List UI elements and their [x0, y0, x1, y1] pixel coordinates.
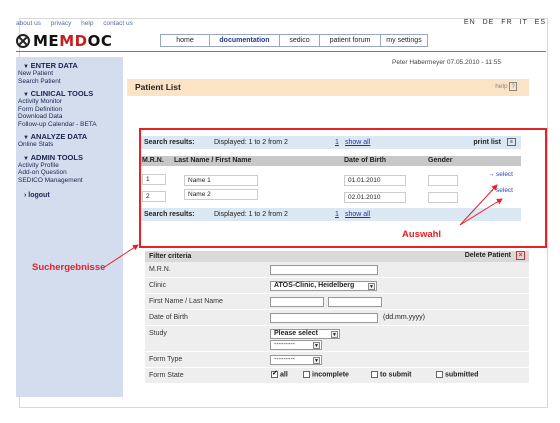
dob-label: Date of Birth — [149, 314, 188, 321]
annotation-selection: Auswahl — [402, 229, 442, 240]
study-select[interactable]: Please select ▼ — [270, 329, 340, 339]
header-divider — [16, 51, 546, 52]
filter-row-clinic: Clinic ATOS-Clinic, Heidelberg ▼ — [145, 278, 529, 294]
study-sub-select[interactable]: --------- ▼ — [270, 340, 322, 350]
sidebar-section-admin-tools[interactable]: ADMIN TOOLS — [16, 153, 123, 162]
help-button[interactable]: help ? — [495, 82, 517, 91]
checkbox-incomplete[interactable] — [303, 371, 310, 378]
language-selector: EN DE FR IT ES — [460, 19, 546, 26]
filter-row-study: Study Please select ▼ --------- ▼ — [145, 326, 529, 352]
top-links: about us privacy help contact us — [16, 20, 141, 27]
lang-es[interactable]: ES — [535, 19, 546, 26]
chevron-down-icon: ▼ — [313, 357, 320, 364]
filter-title: Filter criteria — [149, 253, 192, 260]
study-label: Study — [149, 330, 167, 337]
sidebar-item-new-patient[interactable]: New Patient — [16, 70, 123, 78]
clinic-label: Clinic — [149, 282, 167, 289]
lang-fr[interactable]: FR — [501, 19, 512, 26]
delete-icon[interactable]: × — [516, 251, 525, 260]
checkbox-submitted[interactable] — [436, 371, 443, 378]
lang-de[interactable]: DE — [483, 19, 495, 26]
user-timestamp: Peter Habermeyer 07.05.2010 - 11:55 — [392, 59, 502, 66]
sidebar-item-online-stats[interactable]: Online Stats — [16, 141, 123, 149]
form-state-label: Form State — [149, 372, 184, 379]
nav-patient-forum[interactable]: patient forum — [319, 34, 381, 47]
mrn-label: M.R.N. — [149, 266, 171, 273]
filter-header: Filter criteria Delete Patient × — [145, 251, 529, 262]
privacy-link[interactable]: privacy — [51, 20, 72, 27]
last-name-input[interactable] — [328, 297, 382, 307]
sidebar-section-enter-data[interactable]: ENTER DATA — [16, 61, 123, 70]
dob-format-hint: (dd.mm.yyyy) — [383, 314, 425, 321]
logout-link[interactable]: › logout — [16, 192, 123, 199]
sidebar: ENTER DATA New Patient Search Patient CL… — [16, 57, 123, 397]
nav-my-settings[interactable]: my settings — [380, 34, 428, 47]
logo-icon — [16, 34, 30, 48]
help-icon: ? — [509, 82, 517, 91]
annotation-search-results: Suchergebnisse — [32, 262, 106, 273]
sidebar-item-activity-monitor[interactable]: Activity Monitor — [16, 98, 123, 106]
sidebar-item-add-on-question[interactable]: Add-on Question — [16, 169, 123, 177]
nav-home[interactable]: home — [160, 34, 210, 47]
annotation-highlight-box — [139, 128, 547, 248]
chevron-down-icon: ▼ — [313, 342, 320, 349]
mrn-input[interactable] — [270, 265, 378, 275]
page-header: Patient List help ? — [127, 79, 529, 96]
lang-en[interactable]: EN — [464, 19, 476, 26]
memdoc-logo[interactable]: MEMDOC — [16, 32, 113, 50]
sidebar-section-clinical-tools[interactable]: CLINICAL TOOLS — [16, 89, 123, 98]
chevron-down-icon: ▼ — [331, 331, 338, 338]
form-type-select[interactable]: --------- ▼ — [270, 355, 322, 365]
form-state-incomplete[interactable]: incomplete — [303, 371, 349, 378]
chevron-down-icon: ▼ — [368, 283, 375, 290]
page-title: Patient List — [135, 82, 181, 92]
filter-row-form-state: Form State all incomplete to submit subm… — [145, 368, 529, 384]
filter-row-dob: Date of Birth (dd.mm.yyyy) — [145, 310, 529, 326]
form-state-to-submit[interactable]: to submit — [371, 371, 412, 378]
delete-patient-label[interactable]: Delete Patient — [465, 252, 511, 259]
lang-it[interactable]: IT — [520, 19, 528, 26]
clinic-select[interactable]: ATOS-Clinic, Heidelberg ▼ — [270, 281, 377, 291]
name-label: First Name / Last Name — [149, 298, 223, 305]
filter-row-name: First Name / Last Name — [145, 294, 529, 310]
sidebar-item-sedico-management[interactable]: SEDICO Management — [16, 177, 123, 185]
dob-input[interactable] — [270, 313, 378, 323]
sidebar-item-download-data[interactable]: Download Data — [16, 113, 123, 121]
nav-sedico[interactable]: sedico — [279, 34, 320, 47]
logo-wordmark: MEMDOC — [33, 32, 113, 50]
first-name-input[interactable] — [270, 297, 324, 307]
about-us-link[interactable]: about us — [16, 20, 41, 27]
form-type-label: Form Type — [149, 356, 183, 363]
filter-criteria-panel: Filter criteria Delete Patient × M.R.N. … — [145, 251, 529, 384]
sidebar-section-analyze-data[interactable]: ANALYZE DATA — [16, 132, 123, 141]
sidebar-item-search-patient[interactable]: Search Patient — [16, 78, 123, 86]
checkbox-to-submit[interactable] — [371, 371, 378, 378]
sidebar-item-form-definition[interactable]: Form Definition — [16, 106, 123, 114]
help-link[interactable]: help — [81, 20, 93, 27]
sidebar-item-follow-up-calendar[interactable]: Follow-up Calendar - BETA — [16, 121, 123, 129]
sidebar-item-activity-profile[interactable]: Activity Profile — [16, 162, 123, 170]
main-nav: home documentation sedico patient forum … — [160, 34, 428, 47]
filter-row-form-type: Form Type --------- ▼ — [145, 352, 529, 368]
checkbox-all[interactable] — [271, 369, 278, 378]
nav-documentation[interactable]: documentation — [209, 34, 280, 47]
form-state-all[interactable]: all — [271, 369, 288, 378]
form-state-submitted[interactable]: submitted — [436, 371, 478, 378]
contact-us-link[interactable]: contact us — [103, 20, 133, 27]
filter-row-mrn: M.R.N. — [145, 262, 529, 278]
